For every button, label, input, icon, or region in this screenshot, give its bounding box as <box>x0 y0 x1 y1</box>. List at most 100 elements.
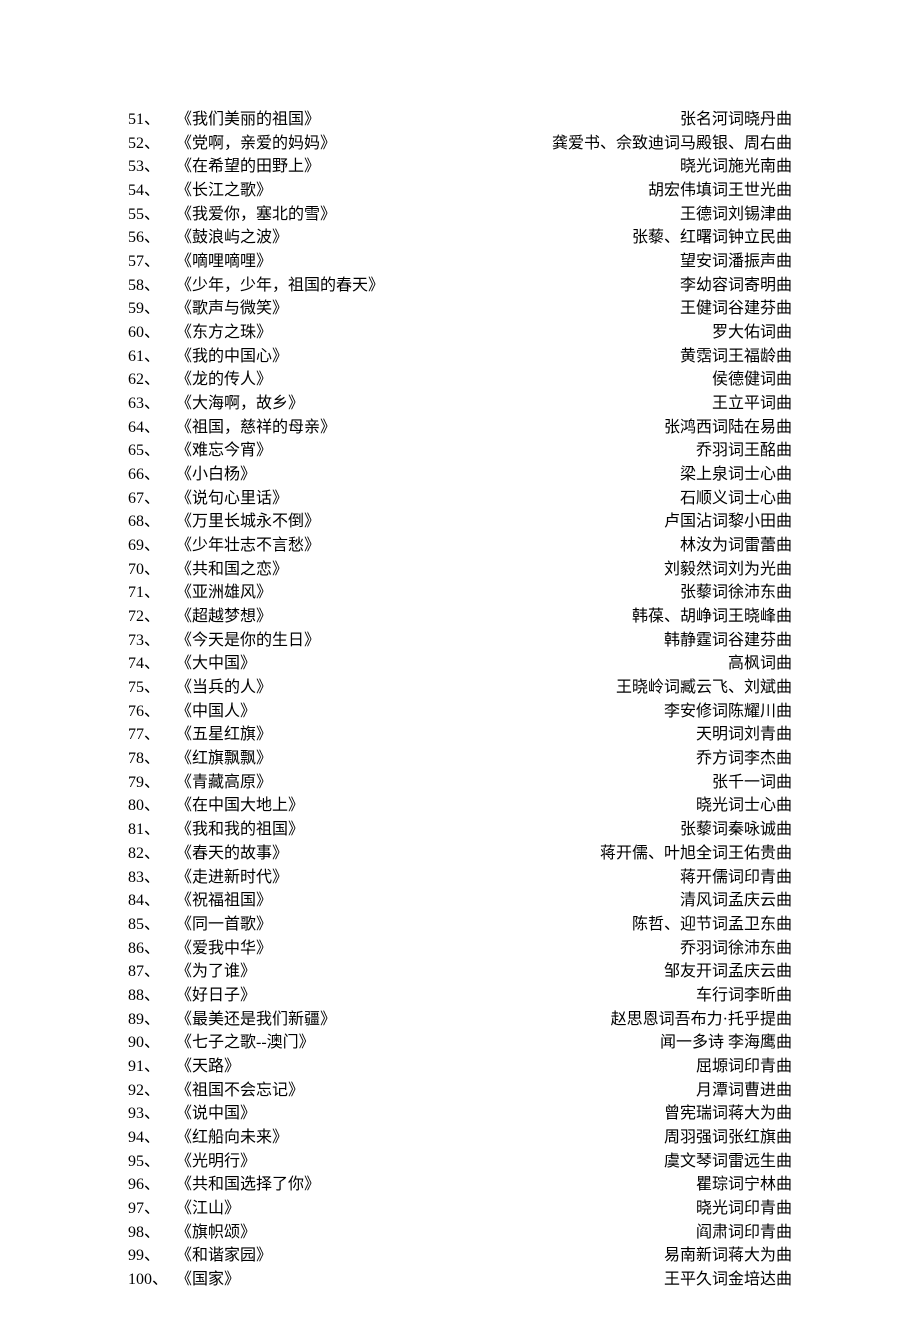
song-row: 62、《龙的传人》侯德健词曲 <box>128 368 792 392</box>
song-left: 96、《共和国选择了你》 <box>128 1173 320 1197</box>
song-row: 70、《共和国之恋》刘毅然词刘为光曲 <box>128 558 792 582</box>
song-row: 96、《共和国选择了你》瞿琮词宁林曲 <box>128 1173 792 1197</box>
song-number: 87、 <box>128 960 176 984</box>
song-title: 《中国人》 <box>176 700 256 724</box>
song-row: 85、《同一首歌》陈哲、迎节词孟卫东曲 <box>128 913 792 937</box>
song-credits: 易南新词蒋大为曲 <box>664 1244 792 1268</box>
song-left: 66、《小白杨》 <box>128 463 256 487</box>
song-credits: 黄霑词王福龄曲 <box>680 345 792 369</box>
song-title: 《祝福祖国》 <box>176 889 272 913</box>
song-credits: 石顺义词士心曲 <box>680 487 792 511</box>
song-number: 80、 <box>128 794 176 818</box>
song-number: 83、 <box>128 866 176 890</box>
song-title: 《国家》 <box>176 1268 240 1292</box>
song-number: 66、 <box>128 463 176 487</box>
song-credits: 胡宏伟填词王世光曲 <box>648 179 792 203</box>
song-credits: 张藜词徐沛东曲 <box>680 581 792 605</box>
song-row: 79、《青藏高原》张千一词曲 <box>128 771 792 795</box>
song-left: 86、《爱我中华》 <box>128 937 272 961</box>
song-left: 64、《祖国，慈祥的母亲》 <box>128 416 336 440</box>
song-row: 66、《小白杨》 梁上泉词士心曲 <box>128 463 792 487</box>
song-credits: 乔羽词徐沛东曲 <box>680 937 792 961</box>
song-left: 81、《我和我的祖国》 <box>128 818 304 842</box>
song-left: 99、《和谐家园》 <box>128 1244 272 1268</box>
song-left: 78、《红旗飘飘》 <box>128 747 272 771</box>
song-number: 58、 <box>128 274 176 298</box>
song-credits: 张名河词晓丹曲 <box>680 108 792 132</box>
song-number: 75、 <box>128 676 176 700</box>
song-title: 《难忘今宵》 <box>176 439 272 463</box>
song-left: 87、《为了谁》 <box>128 960 256 984</box>
song-title: 《说中国》 <box>176 1102 256 1126</box>
song-left: 82、《春天的故事》 <box>128 842 288 866</box>
song-row: 95、《光明行》虞文琴词雷远生曲 <box>128 1150 792 1174</box>
song-credits: 虞文琴词雷远生曲 <box>664 1150 792 1174</box>
song-row: 68、《万里长城永不倒》卢国沾词黎小田曲 <box>128 510 792 534</box>
song-title: 《在希望的田野上》 <box>176 155 320 179</box>
song-left: 100、《国家》 <box>128 1268 240 1292</box>
song-title: 《说句心里话》 <box>176 487 288 511</box>
song-number: 96、 <box>128 1173 176 1197</box>
song-number: 68、 <box>128 510 176 534</box>
song-row: 74、《大中国》高枫词曲 <box>128 652 792 676</box>
song-title: 《大中国》 <box>176 652 256 676</box>
song-title: 《长江之歌》 <box>176 179 272 203</box>
song-credits: 韩静霆词谷建芬曲 <box>664 629 792 653</box>
song-number: 71、 <box>128 581 176 605</box>
song-number: 93、 <box>128 1102 176 1126</box>
song-row: 72、《超越梦想》 韩葆、胡峥词王晓峰曲 <box>128 605 792 629</box>
song-number: 92、 <box>128 1079 176 1103</box>
song-credits: 晓光词施光南曲 <box>680 155 792 179</box>
song-row: 52、《党啊，亲爱的妈妈》龚爱书、佘致迪词马殿银、周右曲 <box>128 132 792 156</box>
song-row: 81、《我和我的祖国》张藜词秦咏诚曲 <box>128 818 792 842</box>
song-number: 56、 <box>128 226 176 250</box>
song-number: 70、 <box>128 558 176 582</box>
song-title: 《江山》 <box>176 1197 240 1221</box>
song-left: 54、《长江之歌》 <box>128 179 272 203</box>
song-row: 86、《爱我中华》 乔羽词徐沛东曲 <box>128 937 792 961</box>
song-row: 94、《红船向未来》周羽强词张红旗曲 <box>128 1126 792 1150</box>
song-title: 《爱我中华》 <box>176 937 272 961</box>
song-row: 54、《长江之歌》 胡宏伟填词王世光曲 <box>128 179 792 203</box>
song-credits: 闻一多诗 李海鹰曲 <box>660 1031 792 1055</box>
song-row: 98、《旗帜颂》阎肃词印青曲 <box>128 1221 792 1245</box>
song-credits: 王晓岭词臧云飞、刘斌曲 <box>616 676 792 700</box>
song-row: 88、《好日子》车行词李昕曲 <box>128 984 792 1008</box>
song-left: 93、《说中国》 <box>128 1102 256 1126</box>
song-row: 84、《祝福祖国》清风词孟庆云曲 <box>128 889 792 913</box>
song-title: 《歌声与微笑》 <box>176 297 288 321</box>
song-row: 91、《天路》屈塬词印青曲 <box>128 1055 792 1079</box>
song-credits: 阎肃词印青曲 <box>696 1221 792 1245</box>
song-title: 《走进新时代》 <box>176 866 288 890</box>
song-number: 53、 <box>128 155 176 179</box>
song-row: 99、《和谐家园》 易南新词蒋大为曲 <box>128 1244 792 1268</box>
song-title: 《红船向未来》 <box>176 1126 288 1150</box>
song-title: 《万里长城永不倒》 <box>176 510 320 534</box>
song-left: 90、《七子之歌--澳门》 <box>128 1031 315 1055</box>
song-title: 《龙的传人》 <box>176 368 272 392</box>
song-row: 56、《鼓浪屿之波》张藜、红曙词钟立民曲 <box>128 226 792 250</box>
song-number: 74、 <box>128 652 176 676</box>
song-title: 《同一首歌》 <box>176 913 272 937</box>
song-title: 《旗帜颂》 <box>176 1221 256 1245</box>
song-number: 61、 <box>128 345 176 369</box>
song-title: 《我的中国心》 <box>176 345 288 369</box>
song-row: 51、《我们美丽的祖国》张名河词晓丹曲 <box>128 108 792 132</box>
song-left: 79、《青藏高原》 <box>128 771 272 795</box>
song-left: 71、《亚洲雄风》 <box>128 581 272 605</box>
song-row: 69、《少年壮志不言愁》林汝为词雷蕾曲 <box>128 534 792 558</box>
song-credits: 梁上泉词士心曲 <box>680 463 792 487</box>
song-title: 《好日子》 <box>176 984 256 1008</box>
song-title: 《共和国之恋》 <box>176 558 288 582</box>
song-left: 72、《超越梦想》 <box>128 605 272 629</box>
song-credits: 王健词谷建芬曲 <box>680 297 792 321</box>
song-title: 《鼓浪屿之波》 <box>176 226 288 250</box>
song-row: 64、《祖国，慈祥的母亲》张鸿西词陆在易曲 <box>128 416 792 440</box>
song-row: 71、《亚洲雄风》 张藜词徐沛东曲 <box>128 581 792 605</box>
song-number: 73、 <box>128 629 176 653</box>
song-credits: 韩葆、胡峥词王晓峰曲 <box>632 605 792 629</box>
song-number: 90、 <box>128 1031 176 1055</box>
song-title: 《五星红旗》 <box>176 723 272 747</box>
song-left: 55、《我爱你，塞北的雪》 <box>128 203 336 227</box>
song-row: 59、《歌声与微笑》王健词谷建芬曲 <box>128 297 792 321</box>
